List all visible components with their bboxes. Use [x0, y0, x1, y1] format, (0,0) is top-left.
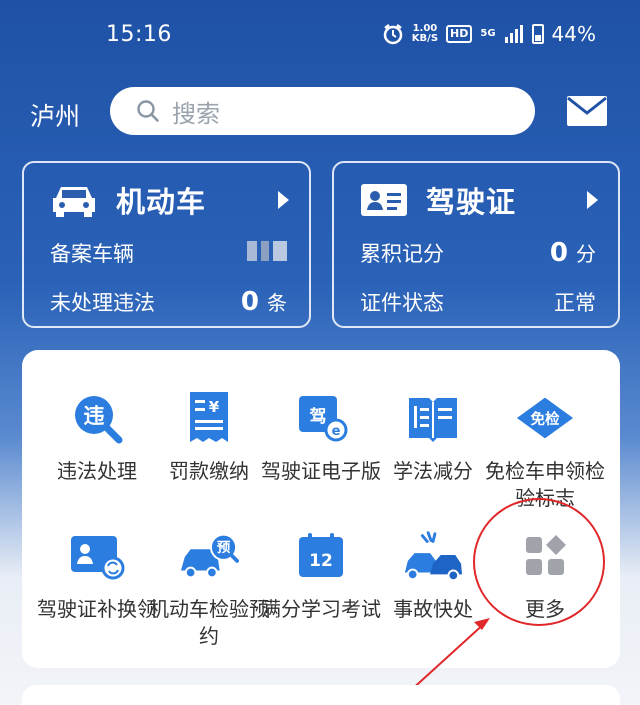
calendar-exam-icon: 12	[299, 533, 343, 577]
violation-search-icon: 违	[75, 396, 123, 444]
status-time: 15:16	[106, 22, 172, 47]
service-label: 驾驶证电子版	[261, 459, 381, 483]
accumulated-points-label: 累积记分	[360, 242, 444, 266]
net-speed: 1.00 KB/S	[412, 24, 438, 44]
accumulated-points-unit: 分	[576, 242, 596, 266]
vehicle-card[interactable]: 机动车 备案车辆 未处理违法 0条	[22, 161, 311, 328]
service-label: 满分学习考试	[261, 597, 381, 621]
license-replace-icon	[71, 536, 125, 580]
battery-level: 44%	[551, 22, 596, 46]
service-full-score-exam[interactable]: 12 满分学习考试	[261, 526, 381, 623]
book-icon	[409, 398, 457, 442]
unprocessed-violations-value: 0	[240, 287, 259, 317]
vehicle-card-title: 机动车	[116, 185, 207, 219]
city-selector[interactable]: 泸州	[30, 97, 80, 133]
chevron-right-icon	[278, 191, 289, 209]
service-study-reduce-points[interactable]: 学法减分	[373, 388, 493, 485]
service-label: 罚款缴纳	[169, 459, 249, 483]
license-card-title: 驾驶证	[426, 185, 517, 219]
annotation-circle	[473, 498, 605, 626]
accident-icon	[404, 531, 463, 582]
search-icon	[137, 100, 159, 122]
license-status-value: 正常	[554, 291, 596, 315]
e-license-icon-text: 驾	[310, 407, 327, 427]
id-card-icon	[361, 184, 407, 216]
net-speed-unit: KB/S	[411, 33, 439, 44]
signal-icon	[504, 25, 523, 43]
inspection-booking-icon-text: 预	[217, 540, 231, 556]
unprocessed-violations-unit: 条	[267, 291, 287, 315]
license-status-label: 证件状态	[360, 291, 444, 315]
service-inspection-booking[interactable]: 预 机动车检验预约	[149, 526, 269, 650]
service-fine-payment[interactable]: ¥ 罚款缴纳	[149, 388, 269, 485]
registered-vehicles-label: 备案车辆	[50, 242, 134, 266]
network-type: 5G	[480, 28, 496, 39]
alarm-icon	[383, 24, 403, 45]
service-license-replacement[interactable]: 驾驶证补换领	[37, 526, 157, 623]
svg-text:¥: ¥	[209, 398, 220, 416]
car-icon	[53, 187, 95, 217]
svg-text:e: e	[332, 424, 341, 439]
inspection-exempt-icon-text: 免检	[531, 410, 560, 428]
unprocessed-violations-label: 未处理违法	[50, 291, 155, 315]
service-label: 违法处理	[57, 459, 137, 483]
service-inspection-exempt-sticker[interactable]: 免检 免检车申领检验标志	[485, 388, 605, 512]
svg-text:违: 违	[84, 404, 105, 428]
service-e-license[interactable]: 驾e 驾驶证电子版	[261, 388, 381, 485]
mail-icon[interactable]	[566, 95, 608, 127]
inspection-exempt-icon: 免检	[516, 397, 574, 439]
status-icons: 1.00 KB/S HD 5G 44%	[382, 22, 596, 46]
service-label: 学法减分	[393, 459, 473, 483]
service-label: 驾驶证补换领	[37, 597, 157, 621]
fine-receipt-icon: ¥	[190, 392, 228, 442]
hd-badge: HD	[446, 25, 473, 43]
inspection-booking-icon: 预	[180, 533, 239, 579]
registered-vehicles-value-redacted	[247, 241, 287, 261]
license-card[interactable]: 驾驶证 累积记分 0分 证件状态 正常	[332, 161, 620, 328]
e-license-icon: 驾e	[299, 396, 348, 442]
next-section-card	[22, 685, 620, 705]
calendar-exam-icon-text: 12	[309, 551, 333, 571]
status-bar: 15:16 1.00 KB/S HD 5G 44%	[0, 0, 640, 70]
header: 泸州 搜索	[0, 85, 640, 141]
search-placeholder: 搜索	[172, 99, 220, 128]
service-label: 机动车检验预约	[149, 597, 269, 648]
battery-icon	[531, 24, 544, 44]
accumulated-points-value: 0	[549, 238, 568, 268]
search-input[interactable]: 搜索	[110, 87, 535, 135]
service-violation-handling[interactable]: 违 违法处理	[37, 388, 157, 485]
chevron-right-icon	[587, 191, 598, 209]
